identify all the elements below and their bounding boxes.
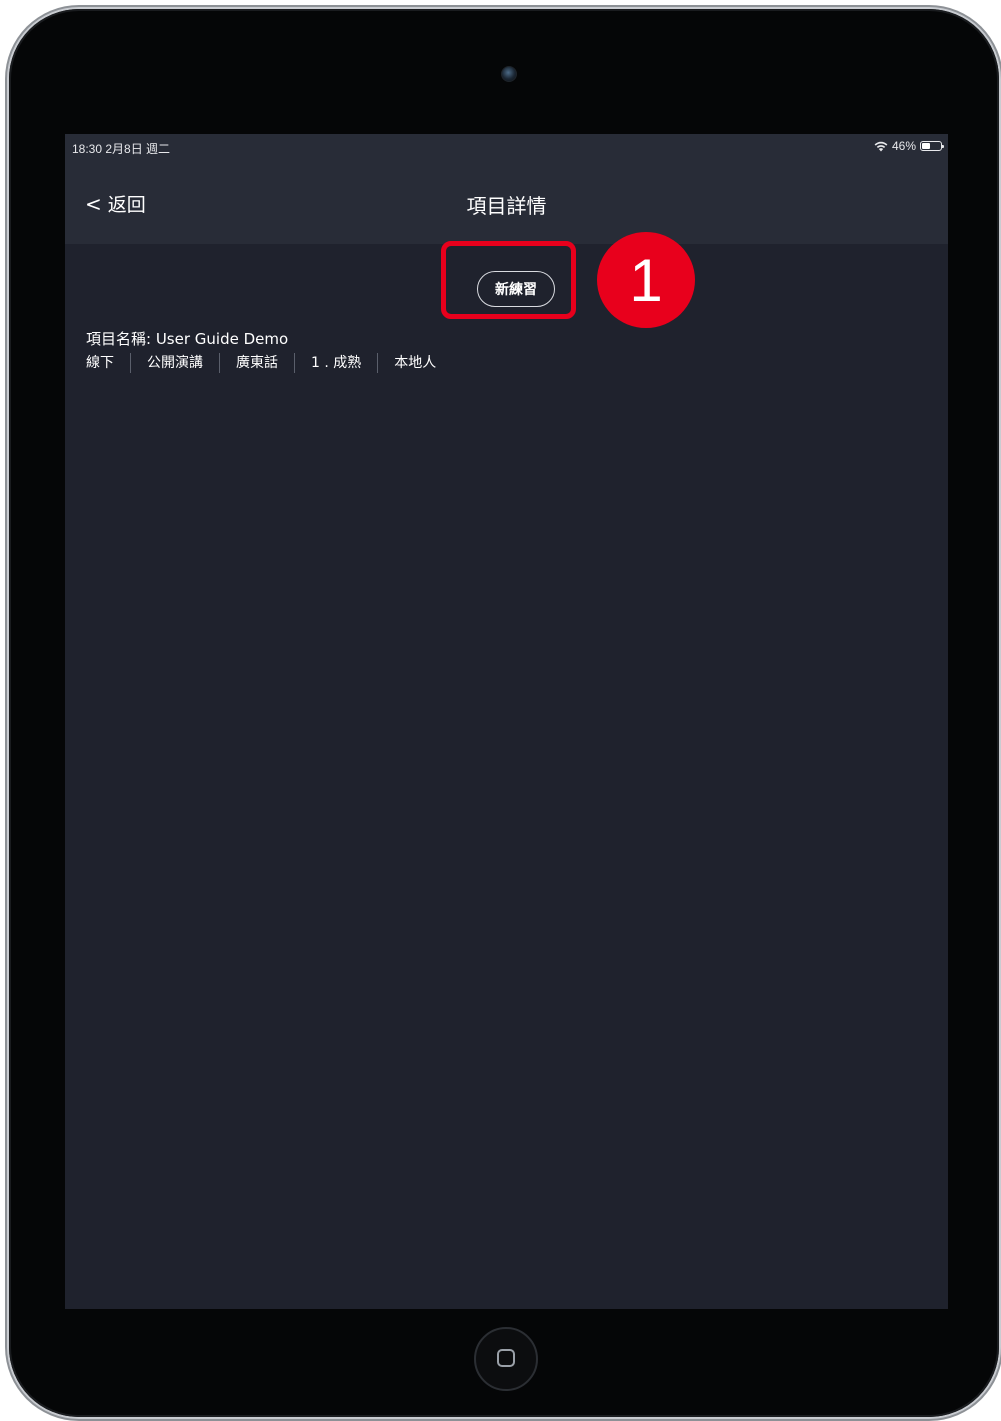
status-time-date: 18:30 2月8日 週二 xyxy=(72,142,171,156)
front-camera xyxy=(501,66,517,82)
page-title: 項目詳情 xyxy=(466,194,547,218)
project-tags: 線下 公開演講 廣東話 1 . 成熟 本地人 xyxy=(86,353,452,373)
battery-tip xyxy=(942,145,944,148)
battery-percent: 46% xyxy=(891,139,916,153)
step-number-badge: 1 xyxy=(597,232,695,328)
home-square-icon xyxy=(497,1349,515,1367)
status-bar: 18:30 2月8日 週二 46% xyxy=(65,134,948,158)
navigation-bar: < 返回 項目詳情 xyxy=(65,158,948,244)
wifi-icon xyxy=(874,141,888,152)
tag-category: 公開演講 xyxy=(130,353,219,373)
tag-language: 廣東話 xyxy=(219,353,294,373)
annotation-highlight-box xyxy=(441,241,576,319)
tag-level: 1 . 成熟 xyxy=(294,353,377,373)
tag-mode: 線下 xyxy=(86,355,114,371)
battery-fill xyxy=(922,143,931,149)
content-area xyxy=(65,384,948,1309)
project-name: 項目名稱: User Guide Demo xyxy=(86,330,289,348)
battery-icon xyxy=(920,141,944,151)
status-indicators: 46% xyxy=(874,139,944,153)
home-button[interactable] xyxy=(474,1327,538,1391)
tag-audience: 本地人 xyxy=(377,353,452,373)
tablet-device-frame: 18:30 2月8日 週二 46% < 返回 項目詳情 新練習 項目名稱: Us… xyxy=(9,9,999,1417)
